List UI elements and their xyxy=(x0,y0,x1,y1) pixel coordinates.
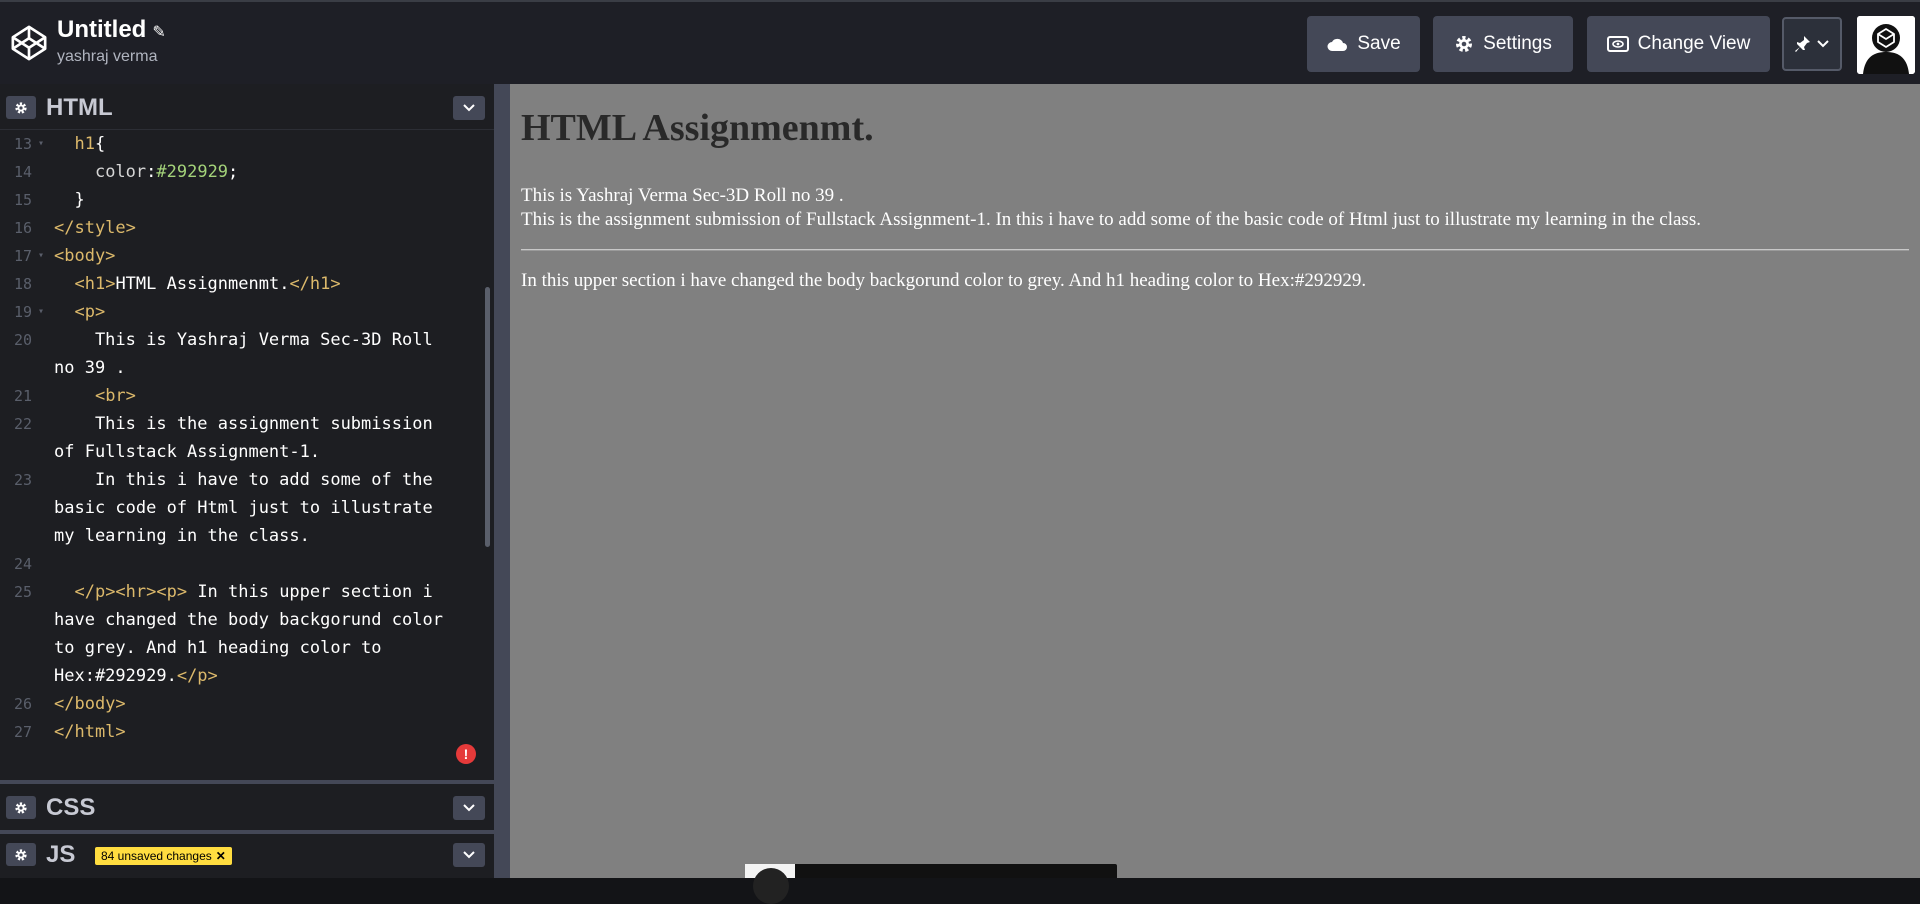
unsaved-changes-badge[interactable]: 84 unsaved changes ✕ xyxy=(95,847,232,865)
css-panel-title: CSS xyxy=(46,794,96,821)
css-settings-button[interactable] xyxy=(6,796,36,819)
line-number: 21 xyxy=(13,387,32,405)
line-number: 13 xyxy=(13,135,32,153)
line-number: 14 xyxy=(13,163,32,181)
line-number: 23 xyxy=(13,471,32,489)
html-code-editor[interactable]: 13 ▾ h1{ 14 color:#292929; 15 } 16 </style… xyxy=(0,130,494,776)
line-number: 17 xyxy=(13,247,32,265)
code-line: } xyxy=(54,190,85,210)
code-line: This is the assignment submission xyxy=(54,414,433,434)
pane-resizer[interactable] xyxy=(494,84,510,878)
avatar-icon xyxy=(1857,16,1915,74)
code-line: This is Yashraj Verma Sec-3D Roll xyxy=(54,330,433,350)
gear-icon xyxy=(15,101,27,114)
top-header: Untitled ✎ yashraj verma Save Settings Ch… xyxy=(0,0,1920,84)
snip-toolbar[interactable] xyxy=(745,864,1117,904)
error-icon[interactable]: ! xyxy=(456,744,476,764)
preview-paragraph-2: In this upper section i have changed the… xyxy=(521,270,1367,291)
line-number: 26 xyxy=(13,695,32,713)
author-name[interactable]: yashraj verma xyxy=(57,48,157,66)
cloud-icon xyxy=(1327,38,1348,51)
css-panel-header[interactable]: CSS xyxy=(0,784,494,830)
line-number: 18 xyxy=(13,275,32,293)
code-line: <br> xyxy=(94,386,136,406)
code-line: <body> xyxy=(54,246,116,266)
preview-hr xyxy=(521,249,1909,251)
unsaved-changes-label: 84 unsaved changes xyxy=(101,849,212,863)
change-view-label: Change View xyxy=(1637,33,1751,54)
preview-line-2: This is the assignment submission of Ful… xyxy=(521,209,1701,230)
preview-paragraph-1: This is Yashraj Verma Sec-3D Roll no 39 … xyxy=(521,184,1701,232)
code-line: h1{ xyxy=(74,134,106,154)
code-line: In this i have to add some of the xyxy=(54,470,433,490)
gear-icon xyxy=(15,801,27,814)
preview-pane: HTML Assignmenmt. This is Yashraj Verma … xyxy=(510,84,1920,878)
preview-line-1: This is Yashraj Verma Sec-3D Roll no 39 … xyxy=(521,185,844,206)
chevron-down-icon xyxy=(1817,40,1829,48)
line-number: 22 xyxy=(13,415,32,433)
line-number: 15 xyxy=(13,191,32,209)
pen-title-text[interactable]: Untitled xyxy=(57,16,146,43)
js-settings-button[interactable] xyxy=(6,843,36,866)
avatar[interactable] xyxy=(1857,16,1915,74)
codepen-logo-icon[interactable] xyxy=(10,24,48,62)
close-icon[interactable]: ✕ xyxy=(216,849,226,863)
code-line: Hex:#292929.</p> xyxy=(54,666,218,686)
code-line: color:#292929; xyxy=(94,162,239,182)
pencil-icon[interactable]: ✎ xyxy=(152,24,165,41)
chevron-down-icon xyxy=(463,851,475,859)
line-number: 20 xyxy=(13,331,32,349)
code-line: </style> xyxy=(54,218,136,238)
chevron-down-icon xyxy=(463,104,475,112)
html-collapse-button[interactable] xyxy=(453,96,485,120)
save-label: Save xyxy=(1357,33,1401,54)
chevron-down-icon xyxy=(463,804,475,812)
code-line: </html> xyxy=(54,722,126,742)
pin-icon xyxy=(1795,36,1810,52)
settings-button[interactable]: Settings xyxy=(1433,16,1573,72)
pin-menu-button[interactable] xyxy=(1782,17,1842,71)
line-number: 19 xyxy=(13,303,32,321)
settings-label: Settings xyxy=(1483,33,1552,54)
line-number: 27 xyxy=(13,723,32,741)
css-collapse-button[interactable] xyxy=(453,796,485,820)
save-button[interactable]: Save xyxy=(1307,16,1420,72)
js-panel-header[interactable]: JS xyxy=(0,834,494,878)
code-line: basic code of Html just to illustrate xyxy=(54,498,433,518)
gear-icon xyxy=(1456,36,1473,52)
js-collapse-button[interactable] xyxy=(453,843,485,867)
code-line: my learning in the class. xyxy=(54,526,310,546)
html-panel-header[interactable]: HTML xyxy=(0,84,494,130)
js-panel-title: JS xyxy=(46,841,76,868)
html-panel-title: HTML xyxy=(46,94,113,121)
preview-heading: HTML Assignmenmt. xyxy=(521,107,874,149)
code-line: to grey. And h1 heading color to xyxy=(54,638,382,658)
line-number: 16 xyxy=(13,219,32,237)
change-view-button[interactable]: Change View xyxy=(1587,16,1770,72)
snip-icon xyxy=(753,868,789,904)
editor-scrollbar[interactable] xyxy=(485,287,490,547)
code-line: of Fullstack Assignment-1. xyxy=(54,442,321,462)
code-line: no 39 . xyxy=(54,358,126,378)
code-line: <p> xyxy=(74,302,106,322)
code-line: <h1>HTML Assignmenmt.</h1> xyxy=(74,274,341,294)
line-number: 25 xyxy=(13,583,32,601)
eye-icon xyxy=(1606,36,1629,52)
gear-icon xyxy=(15,848,27,861)
line-number: 24 xyxy=(13,555,32,573)
pen-title[interactable]: Untitled ✎ xyxy=(57,16,166,44)
code-line: </body> xyxy=(54,694,126,714)
html-settings-button[interactable] xyxy=(6,96,36,119)
code-line: </p><hr><p> In this upper section i xyxy=(74,582,433,602)
code-line: have changed the body backgorund color xyxy=(54,610,443,630)
